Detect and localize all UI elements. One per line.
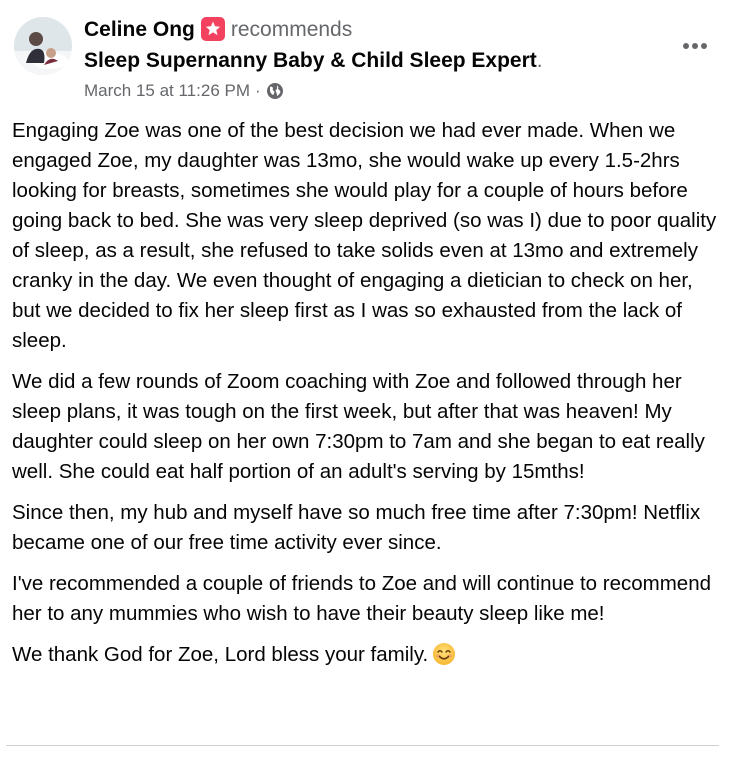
info-separator: · — [255, 81, 261, 100]
post-divider — [6, 745, 719, 746]
author-avatar[interactable] — [14, 17, 72, 75]
post-body: Engaging Zoe was one of the best decisio… — [12, 116, 724, 681]
star-recommend-icon — [200, 17, 225, 41]
post-paragraph-5-text: We thank God for Zoe, Lord bless your fa… — [12, 643, 429, 666]
recommendation-post: Celine Ong recommends Sleep Supernanny B… — [0, 0, 735, 759]
smiling-face-icon — [432, 642, 456, 666]
more-dots-icon — [683, 43, 707, 49]
post-header: Celine Ong recommends Sleep Supernanny B… — [14, 14, 721, 106]
author-line: Celine Ong recommends — [84, 14, 661, 46]
more-options-button[interactable] — [675, 26, 715, 66]
page-name[interactable]: Sleep Supernanny Baby & Child Sleep Expe… — [84, 49, 537, 72]
post-paragraph-4: I've recommended a couple of friends to … — [12, 572, 712, 625]
page-suffix: . — [536, 49, 543, 72]
post-paragraph-5: We thank God for Zoe, Lord bless your fa… — [12, 640, 724, 670]
recommends-label: recommends — [230, 18, 353, 41]
post-paragraph-3: Since then, my hub and myself have so mu… — [12, 501, 701, 554]
post-info-line: March 15 at 11:26 PM · — [84, 76, 661, 106]
globe-icon[interactable] — [266, 82, 284, 100]
author-name[interactable]: Celine Ong — [84, 18, 195, 42]
post-paragraph-2: We did a few rounds of Zoom coaching wit… — [12, 370, 705, 483]
post-meta: Celine Ong recommends Sleep Supernanny B… — [84, 14, 661, 106]
post-paragraph-1: Engaging Zoe was one of the best decisio… — [12, 119, 717, 352]
page-link[interactable]: Sleep Supernanny Baby & Child Sleep Expe… — [84, 46, 661, 76]
post-timestamp[interactable]: March 15 at 11:26 PM — [84, 81, 250, 101]
